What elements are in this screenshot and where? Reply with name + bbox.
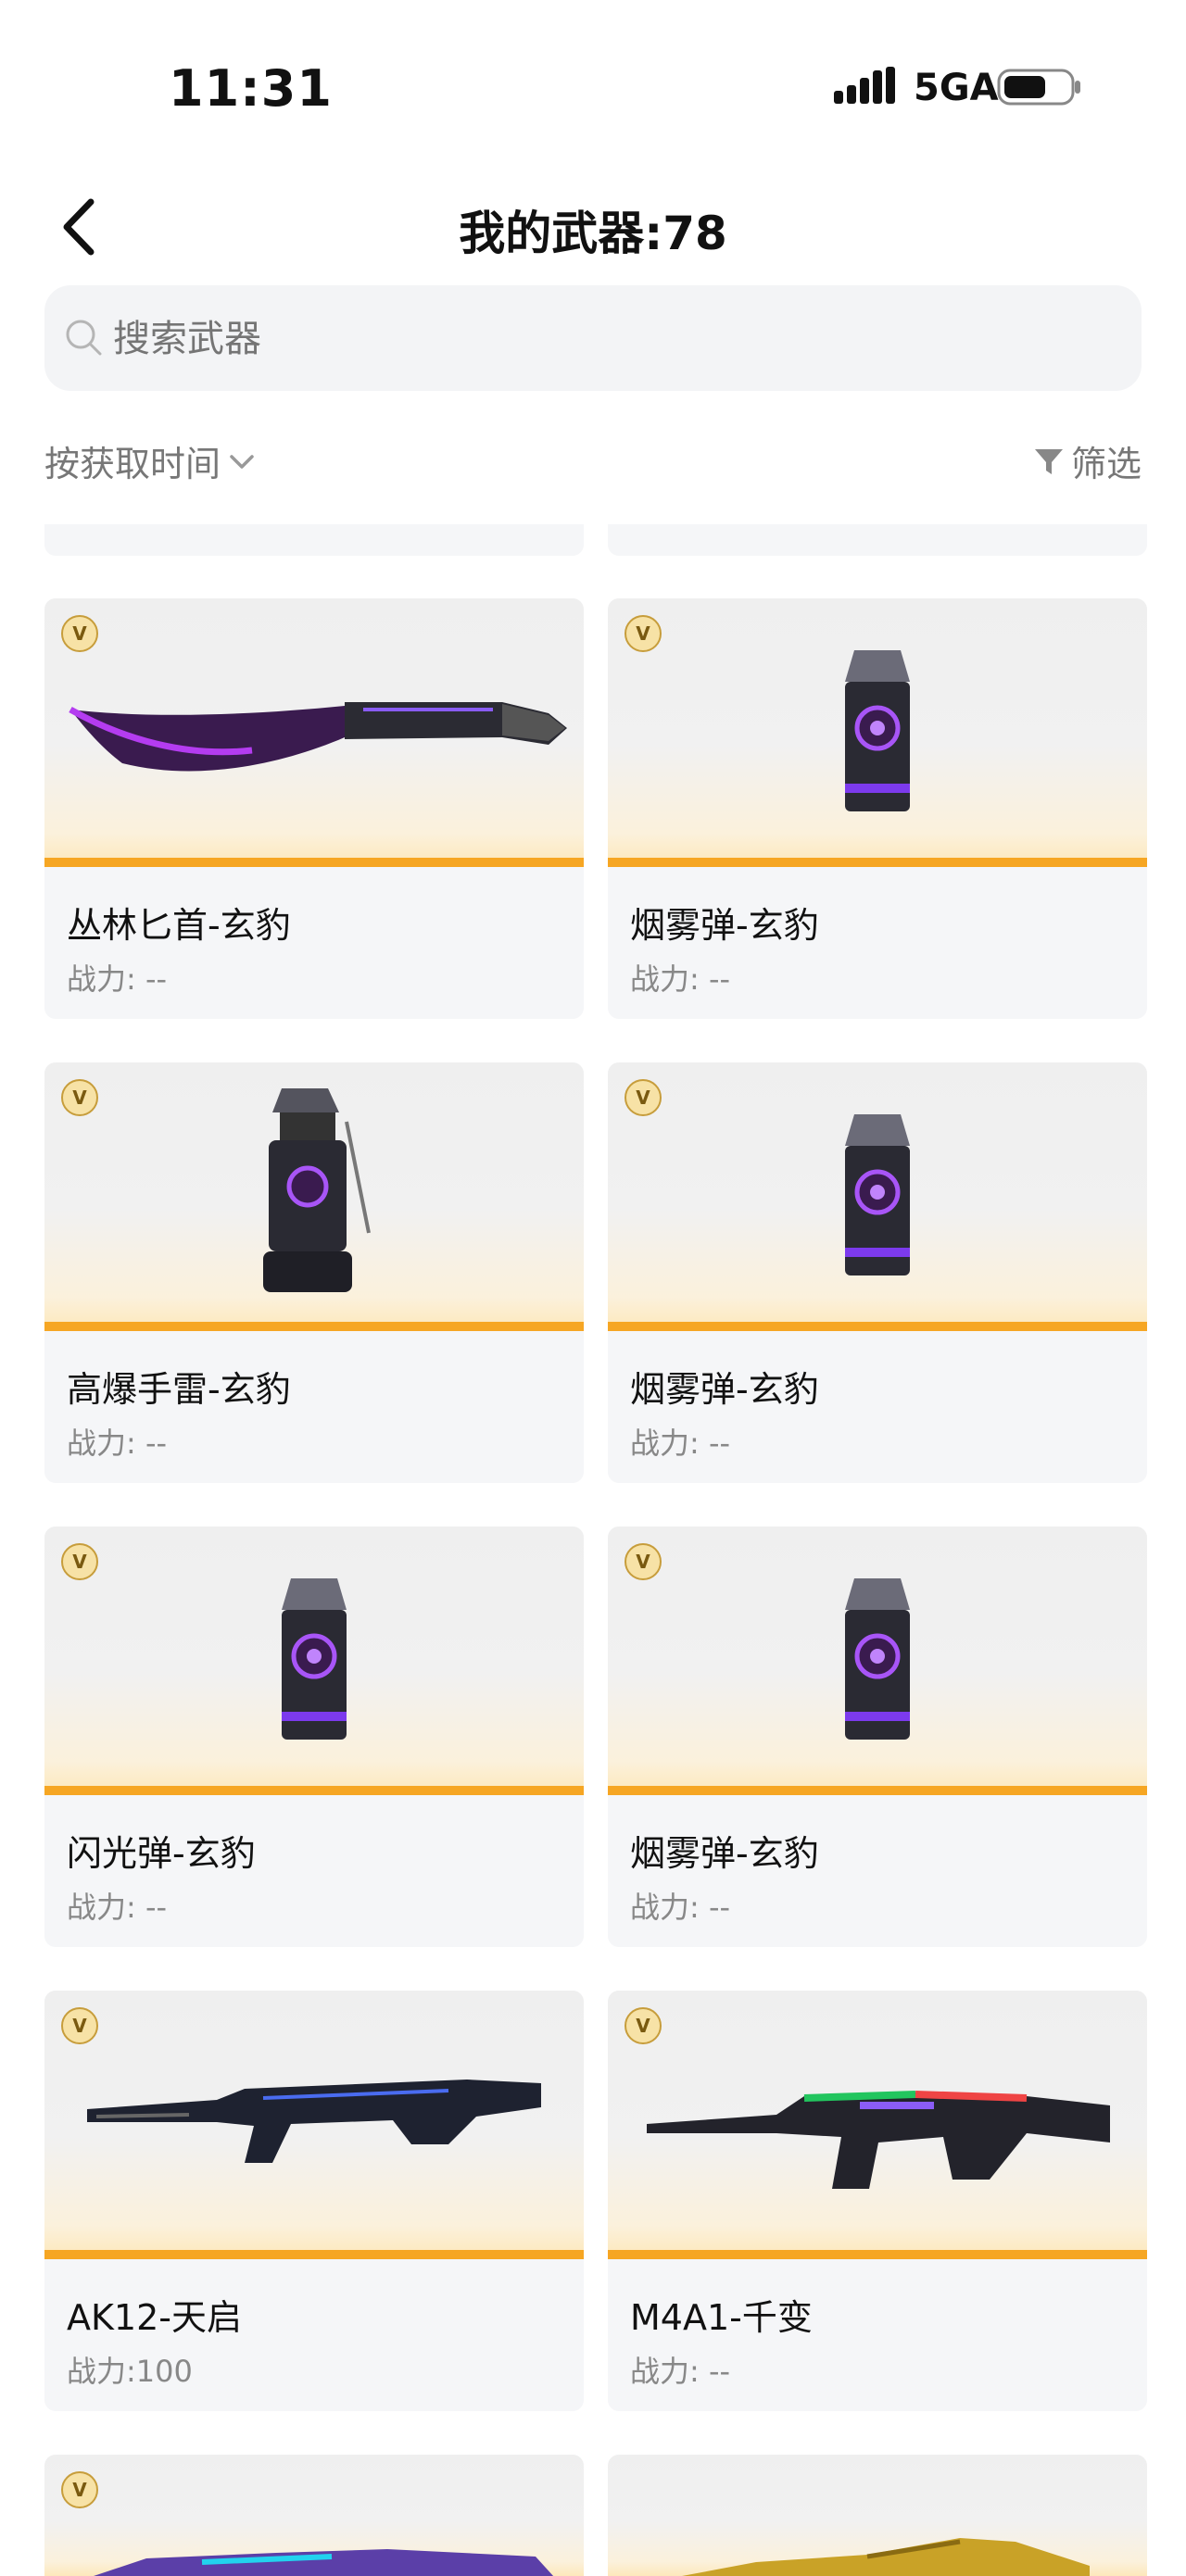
vip-badge: V — [61, 615, 98, 652]
weapon-card[interactable]: V — [44, 2455, 584, 2576]
smoke-grenade-image — [845, 1114, 910, 1275]
weapon-name: 烟雾弹-玄豹 — [630, 1833, 819, 1874]
status-time: 11:31 — [169, 59, 333, 118]
weapon-power: 战力: -- — [630, 1426, 731, 1461]
partial-card — [44, 524, 584, 556]
chevron-down-icon — [230, 454, 254, 469]
accent-bar — [608, 2250, 1147, 2259]
vip-badge: V — [625, 615, 662, 652]
network-type: 5GA — [914, 67, 999, 109]
search-input[interactable] — [111, 285, 1116, 393]
weapon-power: 战力: -- — [67, 1890, 168, 1925]
vip-badge: V — [625, 2007, 662, 2044]
rifle-image — [87, 2080, 541, 2163]
weapon-card[interactable]: V 烟雾弹-玄豹 战力: -- — [608, 1062, 1147, 1483]
he-grenade-image — [263, 1088, 371, 1292]
smoke-grenade-image — [845, 650, 910, 811]
rifle-image — [682, 2538, 1090, 2576]
vip-badge: V — [61, 1079, 98, 1116]
accent-bar — [44, 858, 584, 867]
weapon-name: 丛林匕首-玄豹 — [67, 905, 291, 946]
weapon-name: 高爆手雷-玄豹 — [67, 1369, 291, 1410]
sort-dropdown[interactable]: 按获取时间 — [44, 435, 258, 486]
smoke-grenade-image — [845, 1578, 910, 1740]
weapon-card[interactable]: V 丛林匕首-玄豹 战力: -- — [44, 598, 584, 1019]
accent-bar — [44, 1322, 584, 1331]
partial-card — [608, 524, 1147, 556]
weapon-power: 战力: -- — [67, 1426, 168, 1461]
weapon-card[interactable]: V 烟雾弹-玄豹 战力: -- — [608, 598, 1147, 1019]
weapon-card[interactable]: V AK12-天启 战力:100 — [44, 1991, 584, 2411]
weapon-name: 闪光弹-玄豹 — [67, 1833, 256, 1874]
sort-label: 按获取时间 — [44, 444, 221, 484]
weapon-power: 战力: -- — [630, 1890, 731, 1925]
weapon-name: 烟雾弹-玄豹 — [630, 1369, 819, 1410]
vip-badge: V — [625, 1543, 662, 1580]
accent-bar — [44, 1786, 584, 1795]
weapon-power: 战力:100 — [67, 2354, 193, 2389]
weapon-card[interactable]: V M4A1-千变 战力: -- — [608, 1991, 1147, 2411]
weapon-name: 烟雾弹-玄豹 — [630, 905, 819, 946]
weapon-card[interactable]: V 烟雾弹-玄豹 战力: -- — [608, 1527, 1147, 1947]
knife-image — [69, 702, 567, 772]
vip-badge: V — [61, 2471, 98, 2508]
weapon-card[interactable]: V 闪光弹-玄豹 战力: -- — [44, 1527, 584, 1947]
filter-button[interactable]: 筛选 — [1032, 435, 1142, 486]
filter-label: 筛选 — [1070, 444, 1142, 484]
accent-bar — [608, 1786, 1147, 1795]
weapon-name: AK12-天启 — [67, 2297, 242, 2338]
filter-icon — [1034, 448, 1063, 474]
vip-badge: V — [61, 1543, 98, 1580]
battery-icon — [997, 69, 1080, 106]
weapon-power: 战力: -- — [630, 2354, 731, 2389]
weapon-card[interactable] — [608, 2455, 1147, 2576]
vip-badge: V — [625, 1079, 662, 1116]
accent-bar — [608, 1322, 1147, 1331]
rifle-image — [94, 2549, 554, 2576]
rifle-image — [647, 2091, 1110, 2189]
signal-icon — [834, 67, 895, 104]
vip-badge: V — [61, 2007, 98, 2044]
weapon-name: M4A1-千变 — [630, 2297, 813, 2338]
accent-bar — [608, 858, 1147, 867]
weapon-power: 战力: -- — [630, 961, 731, 997]
page-title: 我的武器:78 — [459, 207, 727, 260]
search-bar[interactable] — [44, 285, 1142, 393]
weapon-card[interactable]: V 高爆手雷-玄豹 战力: -- — [44, 1062, 584, 1483]
accent-bar — [44, 2250, 584, 2259]
flash-grenade-image — [282, 1578, 347, 1740]
search-icon — [66, 320, 102, 356]
weapon-power: 战力: -- — [67, 961, 168, 997]
status-bar: 11:31 5GA — [0, 0, 1186, 176]
